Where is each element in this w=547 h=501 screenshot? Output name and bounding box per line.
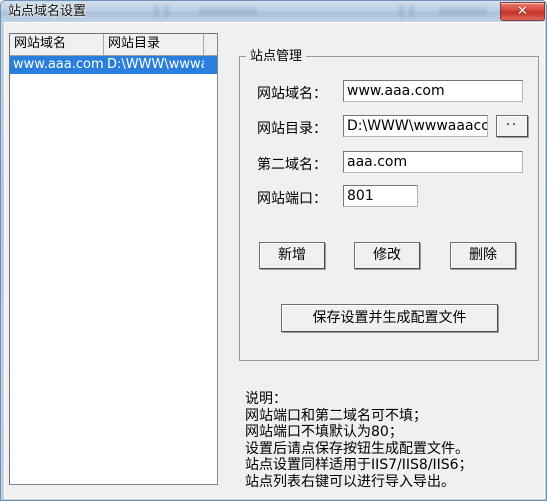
column-header-directory[interactable]: 网站目录 bbox=[104, 34, 204, 55]
edit-button[interactable]: 修改 bbox=[354, 242, 420, 269]
delete-button[interactable]: 删除 bbox=[450, 242, 516, 269]
site-list[interactable]: 网站域名 网站目录 www.aaa.com D:\WWW\wwwaaacom bbox=[9, 33, 218, 485]
instruction-line: 说明： bbox=[245, 391, 287, 407]
field-row-directory: 网站目录： D:\WWW\wwwaaacom ·· bbox=[257, 115, 532, 139]
column-header-domain[interactable]: 网站域名 bbox=[10, 34, 104, 55]
title-bar[interactable]: 站点域名设置 ✕ bbox=[1, 1, 546, 22]
field-row-domain: 网站域名： www.aaa.com bbox=[257, 80, 527, 104]
window-title: 站点域名设置 bbox=[8, 4, 87, 19]
table-row[interactable]: www.aaa.com D:\WWW\wwwaaacom bbox=[10, 56, 217, 74]
cell-domain: www.aaa.com bbox=[13, 57, 104, 72]
port-input[interactable]: 801 bbox=[343, 185, 418, 207]
ghost-widget-3 bbox=[199, 8, 257, 16]
close-button[interactable]: ✕ bbox=[500, 2, 545, 21]
field-row-port: 网站端口： 801 bbox=[257, 185, 527, 209]
ghost-widget-5 bbox=[409, 5, 414, 18]
save-button[interactable]: 保存设置并生成配置文件 bbox=[281, 304, 498, 332]
label-directory: 网站目录： bbox=[257, 121, 327, 137]
ghost-widget-2 bbox=[164, 5, 169, 18]
site-management-group-title: 站点管理 bbox=[246, 49, 307, 64]
second-domain-input[interactable]: aaa.com bbox=[343, 151, 523, 173]
instructions-text: 说明： 网站端口和第二域名可不填； 网站端口不填默认为80； 设置后请点保存按钮… bbox=[245, 391, 544, 490]
ghost-widget-6 bbox=[439, 8, 487, 16]
close-icon: ✕ bbox=[517, 4, 528, 19]
instruction-line: 网站端口不填默认为80； bbox=[245, 424, 403, 440]
instruction-line: 网站端口和第二域名可不填； bbox=[245, 407, 427, 424]
browse-button[interactable]: ·· bbox=[496, 115, 528, 137]
field-row-second-domain: 第二域名： aaa.com bbox=[257, 151, 527, 175]
list-body: www.aaa.com D:\WWW\wwwaaacom bbox=[10, 56, 217, 74]
label-second-domain: 第二域名： bbox=[257, 157, 327, 173]
domain-input[interactable]: www.aaa.com bbox=[343, 80, 523, 102]
ghost-widget-4 bbox=[399, 5, 404, 18]
instruction-line: 设置后请点保存按钮生成配置文件。 bbox=[245, 440, 469, 457]
client-area: 网站域名 网站目录 www.aaa.com D:\WWW\wwwaaacom 站… bbox=[4, 22, 545, 499]
label-port: 网站端口： bbox=[257, 191, 327, 207]
list-header: 网站域名 网站目录 bbox=[10, 34, 217, 56]
instruction-line: 站点列表右键可以进行导入导出。 bbox=[245, 473, 455, 490]
application-window: 站点域名设置 ✕ 网站域名 网站目录 www.aaa.com D:\WWW\ww… bbox=[0, 0, 547, 501]
ghost-widget-1 bbox=[154, 5, 159, 18]
cell-directory: D:\WWW\wwwaaacom bbox=[107, 57, 204, 72]
label-domain: 网站域名： bbox=[257, 86, 327, 102]
add-button[interactable]: 新增 bbox=[259, 242, 325, 269]
directory-input[interactable]: D:\WWW\wwwaaacom bbox=[343, 115, 488, 137]
instruction-line: 站点设置同样适用于IIS7/IIS8/IIS6； bbox=[245, 457, 473, 473]
